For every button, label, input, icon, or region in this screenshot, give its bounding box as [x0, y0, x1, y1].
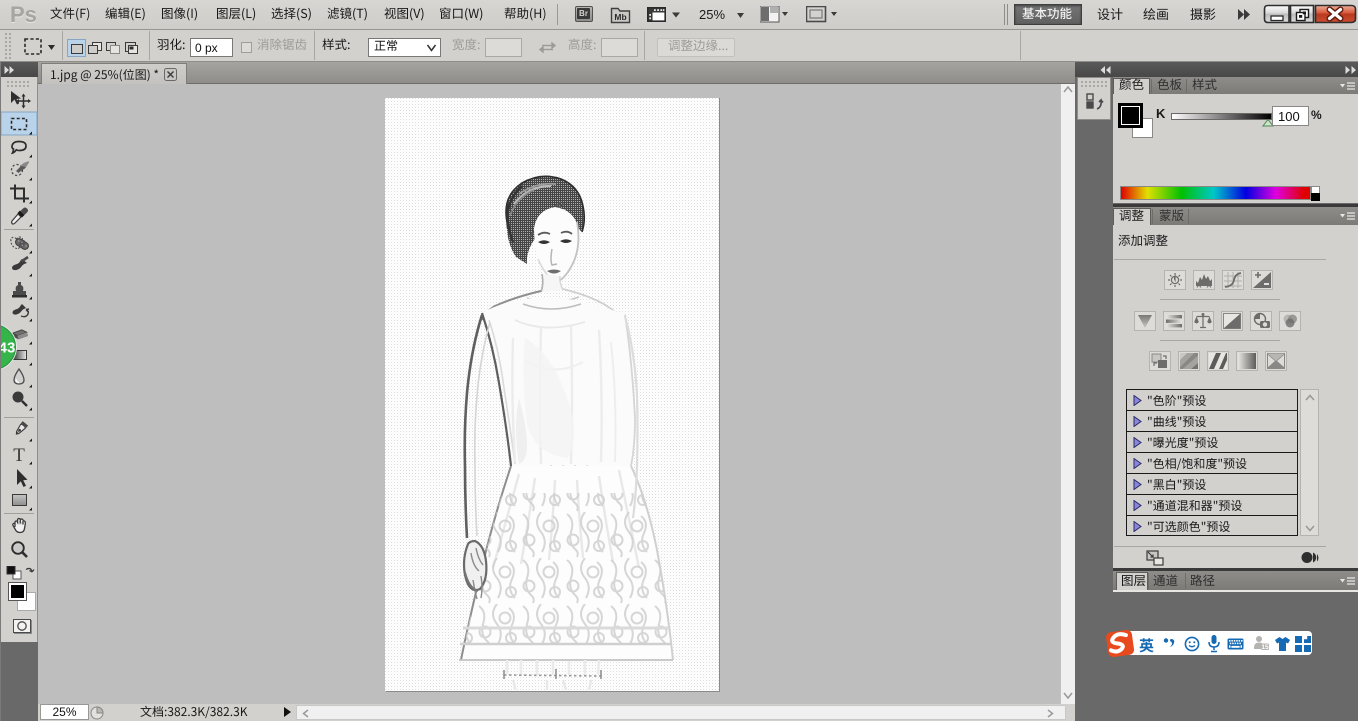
svg-text:Mb: Mb [614, 12, 626, 22]
svg-text:15: 15 [1261, 644, 1269, 651]
svg-text:T: T [13, 445, 25, 466]
svg-text:43: 43 [0, 340, 15, 357]
